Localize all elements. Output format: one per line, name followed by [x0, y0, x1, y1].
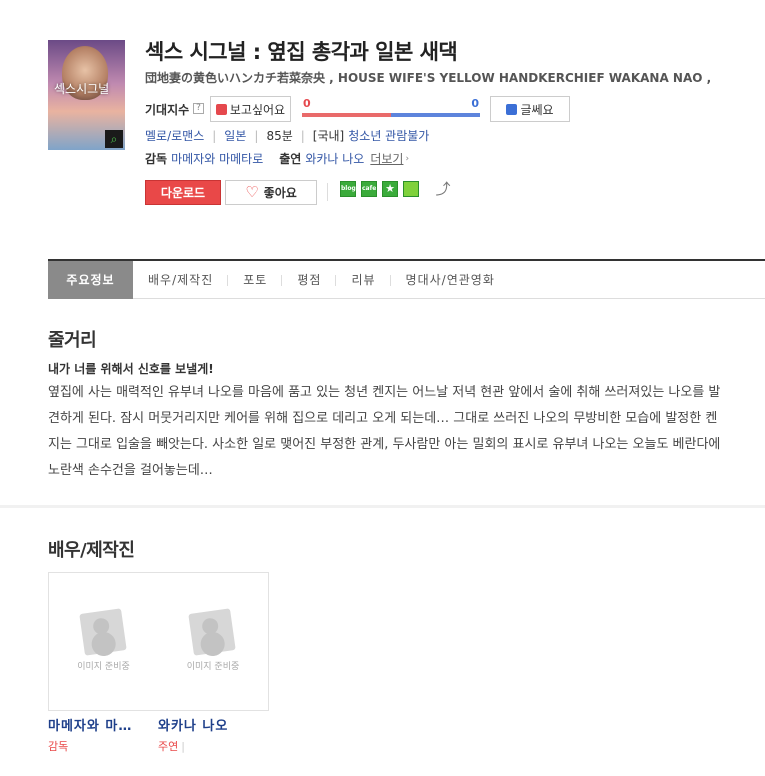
movie-meta: 멜로/로맨스 | 일본 | 85분 | [국내] 청소년 관람불가 [145, 127, 429, 144]
plot-body: 옆집에 사는 매력적인 유부녀 나오를 마음에 품고 있는 청년 켄지는 어느날… [48, 385, 721, 478]
country-link[interactable]: 일본 [224, 127, 246, 144]
plot-section-title: 줄거리 [48, 330, 97, 351]
section-divider [0, 505, 765, 508]
separator: | [212, 128, 217, 143]
thumbs-down-icon [506, 103, 518, 115]
cast-link[interactable]: 와카나 나오 [305, 150, 364, 167]
cafe-share-icon[interactable]: cafe [361, 181, 377, 197]
expectation-bar: 0 0 [302, 96, 480, 122]
director-label: 감독 [145, 152, 168, 166]
tab-label: 포토 [243, 273, 268, 287]
expectation-row: 기대지수 ? 보고싶어요 0 0 글쎄요 [145, 96, 575, 122]
tab-label: 리뷰 [351, 273, 376, 287]
expectation-label: 기대지수 [145, 103, 190, 117]
crew-role: 감독 [48, 738, 158, 754]
want-to-see-button[interactable]: 보고싶어요 [210, 96, 291, 122]
sns-share-group: blog cafe ★ [340, 181, 419, 197]
not-sure-label: 글쎄요 [520, 102, 554, 117]
want-to-see-label: 보고싶어요 [229, 102, 286, 117]
rating-prefix: [국내] [312, 129, 345, 143]
divider [327, 183, 328, 201]
like-button[interactable]: ♡ 좋아요 [225, 180, 317, 205]
help-icon[interactable]: ? [193, 103, 204, 114]
tab-rating[interactable]: 평점 [282, 261, 337, 299]
crew-section-title: 배우/제작진 [48, 540, 135, 561]
want-count: 0 [303, 97, 311, 110]
tab-label: 배우/제작진 [148, 273, 214, 287]
thumbs-up-icon [215, 103, 227, 115]
crew-name[interactable]: 와카나 나오 [158, 715, 268, 734]
cast-label: 출연 [279, 152, 302, 166]
role-label: 감독 [48, 740, 69, 753]
genre-link[interactable]: 멜로/로맨스 [145, 127, 204, 144]
movie-poster[interactable]: 섹스시그널 ⌕ [48, 40, 125, 150]
tab-review[interactable]: 리뷰 [336, 261, 391, 299]
square-share-icon[interactable] [403, 181, 419, 197]
star-share-icon[interactable]: ★ [382, 181, 398, 197]
blog-share-icon[interactable]: blog [340, 181, 356, 197]
poster-title: 섹스시그널 [54, 82, 110, 96]
expectation-meter [302, 113, 480, 117]
nope-share-fill [391, 113, 480, 117]
profile-image[interactable]: 이미지 준비중 [48, 572, 159, 711]
runtime: 85분 [266, 129, 293, 143]
tab-main-info[interactable]: 주요정보 [48, 261, 133, 299]
image-placeholder-text: 이미지 준비중 [77, 662, 130, 672]
crew-card[interactable]: 이미지 준비중 와카나 나오 주연 | [158, 572, 269, 754]
not-sure-button[interactable]: 글쎄요 [490, 96, 570, 122]
download-button[interactable]: 다운로드 [145, 180, 221, 205]
tab-label: 평점 [297, 273, 322, 287]
person-placeholder-icon [188, 608, 236, 656]
tab-label: 명대사/연관영화 [405, 273, 495, 287]
nope-count: 0 [471, 97, 479, 110]
crew-list: 이미지 준비중 마메자와 마… 감독 이미지 준비중 와카나 나오 주연 | [48, 572, 269, 754]
like-label: 좋아요 [263, 186, 297, 200]
image-placeholder-text: 이미지 준비중 [186, 662, 240, 672]
role-label: 주연 [158, 740, 179, 753]
plot-headline: 내가 너를 위해서 신호를 보낼게! [48, 362, 214, 376]
detail-tabs: 주요정보 배우/제작진 포토 평점 리뷰 명대사/연관영화 [48, 259, 765, 299]
person-placeholder-icon [79, 608, 127, 656]
heart-icon: ♡ [245, 183, 259, 201]
tab-quotes-related[interactable]: 명대사/연관영화 [391, 261, 510, 299]
rating-link[interactable]: 청소년 관람불가 [348, 127, 429, 144]
tab-cast-crew[interactable]: 배우/제작진 [133, 261, 229, 299]
director-link[interactable]: 마메자와 마메타로 [171, 150, 263, 167]
profile-image[interactable]: 이미지 준비중 [158, 572, 269, 711]
movie-subtitle: 団地妻の黄色いハンカチ若菜奈央 , HOUSE WIFE'S YELLOW HA… [145, 71, 712, 85]
credits-line: 감독 마메자와 마메타로 출연 와카나 나오 더보기 › [145, 150, 409, 167]
more-cast-link[interactable]: 더보기 [370, 150, 403, 167]
share-icon[interactable]: ⤴ [434, 180, 452, 198]
separator: | [300, 128, 305, 143]
tab-photo[interactable]: 포토 [228, 261, 283, 299]
crew-role: 주연 | [158, 740, 185, 753]
movie-title: 섹스 시그널 : 옆집 총각과 일본 새댁 [145, 40, 458, 64]
chevron-right-icon: › [405, 153, 410, 164]
want-share-fill [302, 113, 391, 117]
crew-name[interactable]: 마메자와 마… [48, 715, 158, 734]
magnifier-icon[interactable]: ⌕ [105, 130, 123, 148]
separator: | [254, 128, 259, 143]
crew-card[interactable]: 이미지 준비중 마메자와 마… 감독 [48, 572, 159, 754]
